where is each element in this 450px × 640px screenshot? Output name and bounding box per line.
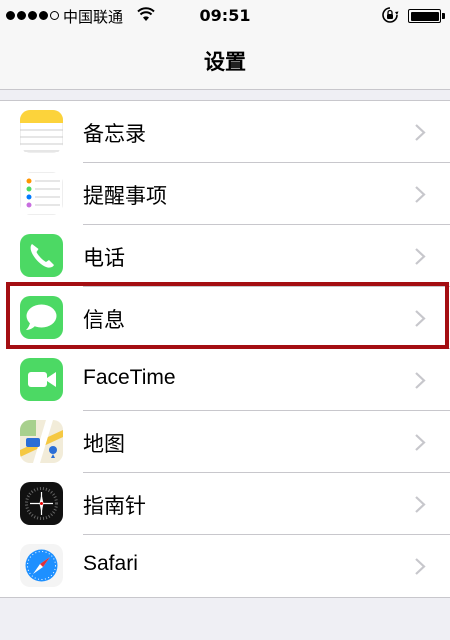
settings-row-phone[interactable]: 电话 <box>0 225 450 287</box>
navigation-bar: 设置 <box>0 32 450 90</box>
maps-icon <box>20 420 63 463</box>
settings-row-compass[interactable]: 指南针 <box>0 473 450 535</box>
settings-list: 备忘录 提醒事项 电话 信息 FaceTime 地图 指南针 Safari <box>0 100 450 598</box>
settings-row-reminders[interactable]: 提醒事项 <box>0 163 450 225</box>
settings-row-label: 信息 <box>83 309 125 332</box>
rotation-lock-icon <box>382 7 399 23</box>
chevron-right-icon <box>415 372 426 389</box>
settings-row-label: 指南针 <box>83 495 146 518</box>
settings-row-messages[interactable]: 信息 <box>0 287 450 349</box>
chevron-right-icon <box>415 434 426 451</box>
settings-row-label: 电话 <box>83 247 125 270</box>
compass-icon <box>20 482 63 525</box>
chevron-right-icon <box>415 248 426 265</box>
settings-row-label: 地图 <box>83 433 125 456</box>
phone-icon <box>20 234 63 277</box>
settings-row-notes[interactable]: 备忘录 <box>0 101 450 163</box>
status-bar: 中国联通 09:51 <box>0 0 450 32</box>
battery-icon <box>408 9 441 23</box>
messages-icon <box>20 296 63 339</box>
settings-row-label: FaceTime <box>83 366 176 389</box>
safari-icon <box>20 544 63 587</box>
settings-row-facetime[interactable]: FaceTime <box>0 349 450 411</box>
settings-row-maps[interactable]: 地图 <box>0 411 450 473</box>
chevron-right-icon <box>415 558 426 575</box>
chevron-right-icon <box>415 310 426 327</box>
chevron-right-icon <box>415 496 426 513</box>
settings-row-safari[interactable]: Safari <box>0 535 450 597</box>
chevron-right-icon <box>415 186 426 203</box>
page-title: 设置 <box>204 50 246 74</box>
battery-tip <box>442 13 445 19</box>
battery-level <box>410 11 439 21</box>
settings-row-label: 提醒事项 <box>83 185 167 208</box>
settings-row-label: Safari <box>83 552 138 575</box>
settings-row-label: 备忘录 <box>83 123 146 146</box>
notes-icon <box>20 110 63 153</box>
chevron-right-icon <box>415 124 426 141</box>
facetime-icon <box>20 358 63 401</box>
reminders-icon <box>20 172 63 215</box>
